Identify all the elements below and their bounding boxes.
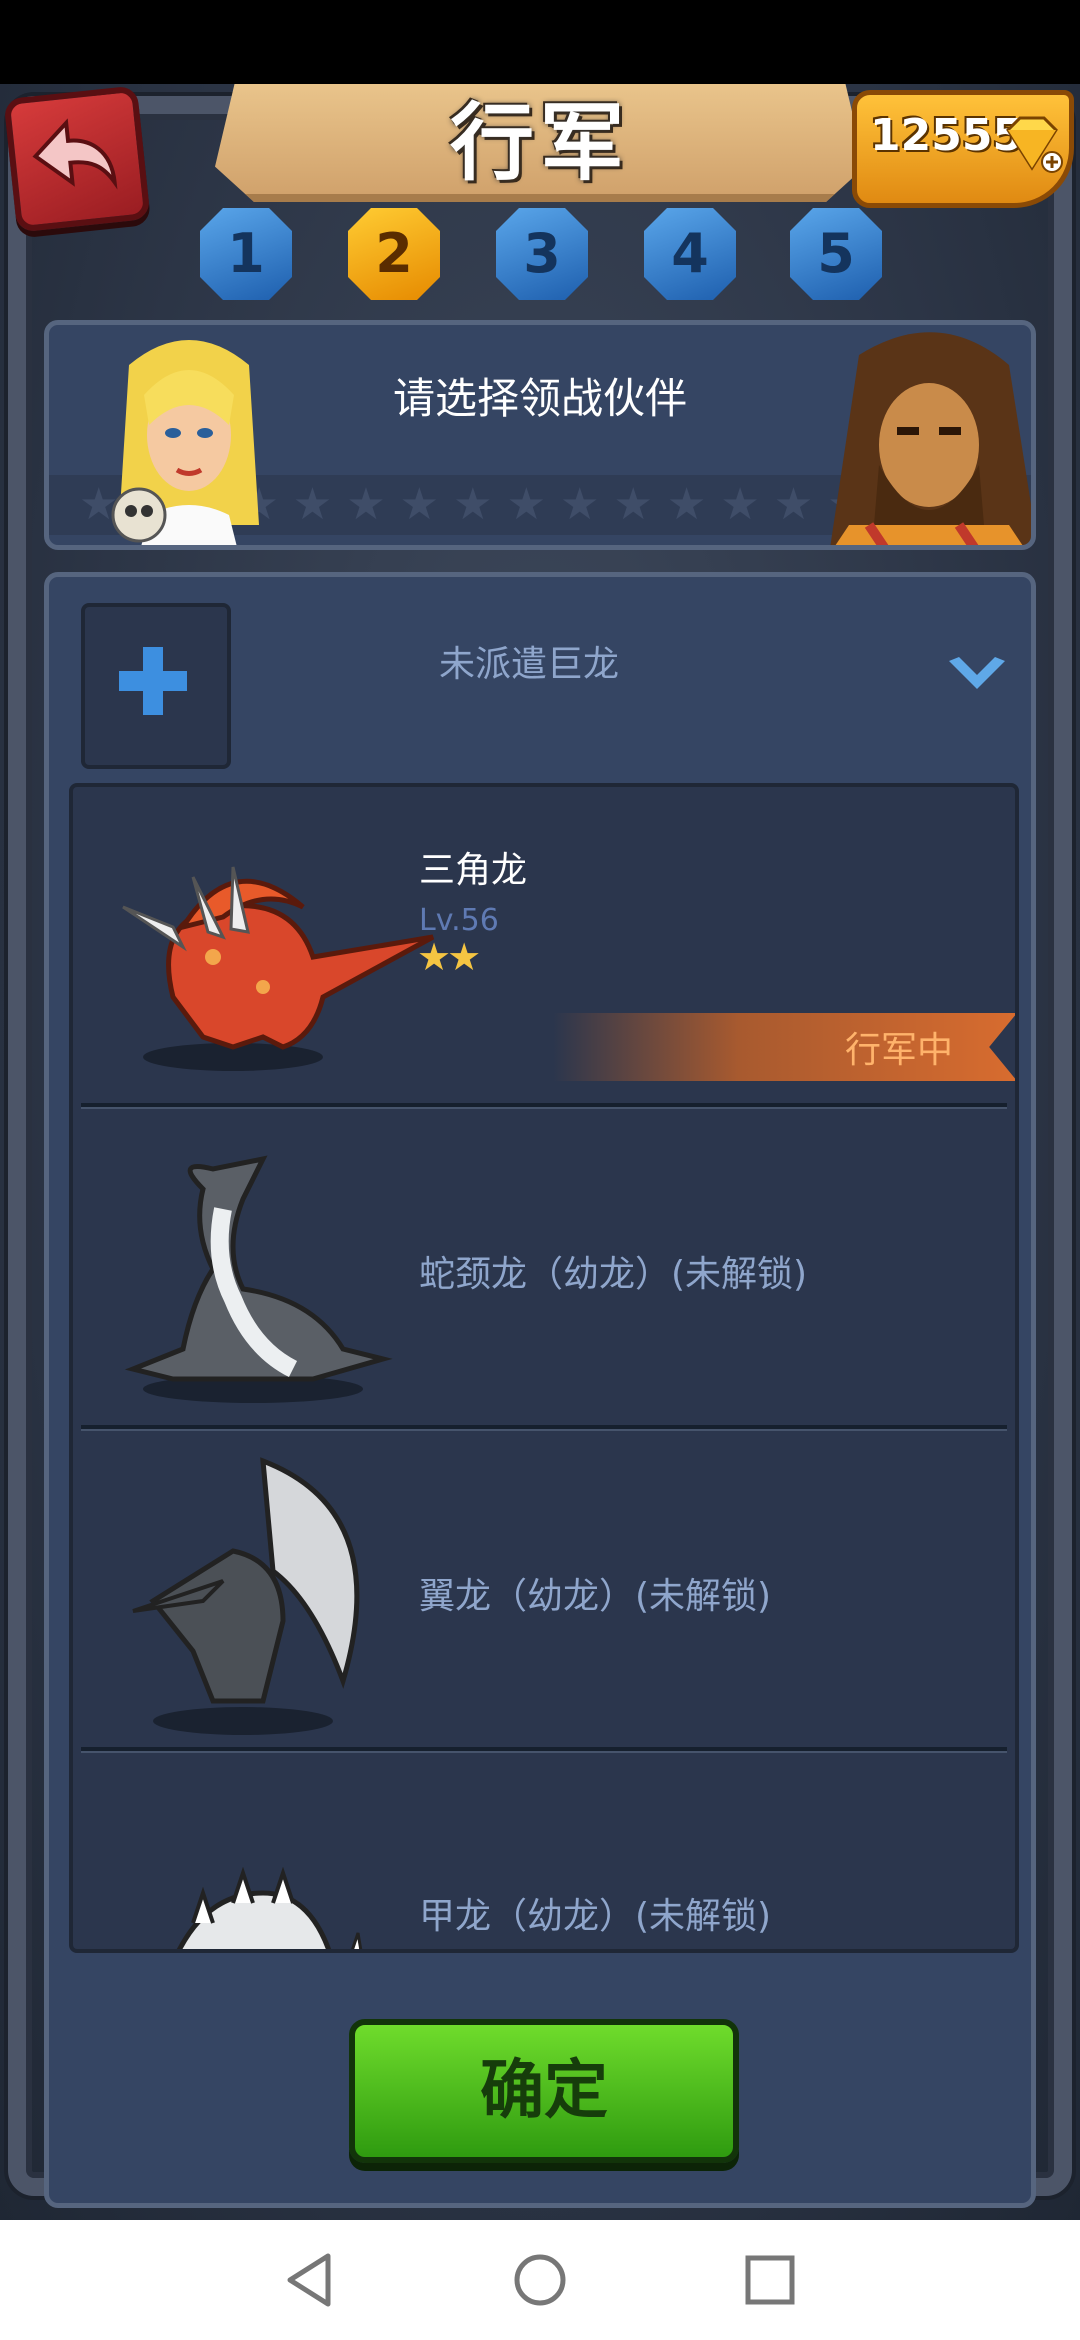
- dragon-stars: ★★: [417, 935, 481, 979]
- dragon-name: 甲龙（幼龙）(未解锁): [419, 1896, 772, 1937]
- nav-back-icon[interactable]: [284, 2252, 336, 2308]
- gem-icon: [1006, 116, 1063, 173]
- dragon-row-triceratops[interactable]: 三角龙 Lv.56 ★★ 行军中: [73, 787, 1015, 1109]
- dragon-slot[interactable]: [81, 603, 231, 769]
- caveman-portrait: [830, 332, 1031, 545]
- system-nav-bar: [0, 2220, 1080, 2340]
- page-title: 行军: [449, 94, 630, 192]
- back-arrow-icon: [32, 118, 118, 190]
- triceratops-icon: [122, 866, 435, 1071]
- dragon-row-plesiosaur[interactable]: 蛇颈龙（幼龙）(未解锁): [73, 1109, 1015, 1431]
- dragon-status: 行军中: [844, 1030, 953, 1071]
- tab-2[interactable]: 2: [348, 208, 440, 300]
- dragon-name: 蛇颈龙（幼龙）(未解锁): [419, 1254, 808, 1295]
- tab-1[interactable]: 1: [200, 208, 292, 300]
- formation-tabs: 1 2 3 4 5: [200, 208, 890, 308]
- plesiosaur-icon: [124, 1155, 393, 1403]
- pterosaur-icon: [132, 1457, 360, 1735]
- tab-4[interactable]: 4: [644, 208, 736, 300]
- back-button[interactable]: [3, 85, 151, 233]
- tab-5[interactable]: 5: [790, 208, 882, 300]
- nav-home-icon[interactable]: [512, 2252, 568, 2308]
- game-screen: 行军 12555 1 2 3 4 5 ★★★★★★★★★★★★★★★★★★★★: [0, 84, 1080, 2220]
- chevron-down-icon[interactable]: [945, 655, 1009, 695]
- gem-count: 12555: [870, 110, 1024, 161]
- ankylosaur-icon: [176, 1866, 363, 1949]
- dragon-row-ankylosaur[interactable]: 甲龙（幼龙）(未解锁): [73, 1753, 1015, 1949]
- tab-3[interactable]: 3: [496, 208, 588, 300]
- dragon-level: Lv.56: [419, 903, 499, 938]
- dragon-panel: 未派遣巨龙 三角龙 Lv.56 ★★ 行军中 蛇颈龙（幼龙）(未解锁) 翼龙（幼…: [44, 572, 1036, 2208]
- slot-status: 未派遣巨龙: [438, 644, 619, 685]
- add-icon: [119, 647, 187, 715]
- dragon-list: 三角龙 Lv.56 ★★ 行军中 蛇颈龙（幼龙）(未解锁) 翼龙（幼龙）(未解锁…: [69, 783, 1019, 1953]
- confirm-button[interactable]: 确定: [349, 2019, 739, 2163]
- status-bar: [0, 0, 1080, 84]
- dragon-name: 翼龙（幼龙）(未解锁): [419, 1576, 772, 1617]
- partner-banner[interactable]: ★★★★★★★★★★★★★★★★★★★★ 请选择领战伙伴: [44, 320, 1036, 550]
- dragon-row-pterosaur[interactable]: 翼龙（幼龙）(未解锁): [73, 1431, 1015, 1753]
- heroine-portrait: [111, 340, 259, 545]
- dragon-name: 三角龙: [419, 850, 528, 891]
- nav-recents-icon[interactable]: [744, 2252, 796, 2308]
